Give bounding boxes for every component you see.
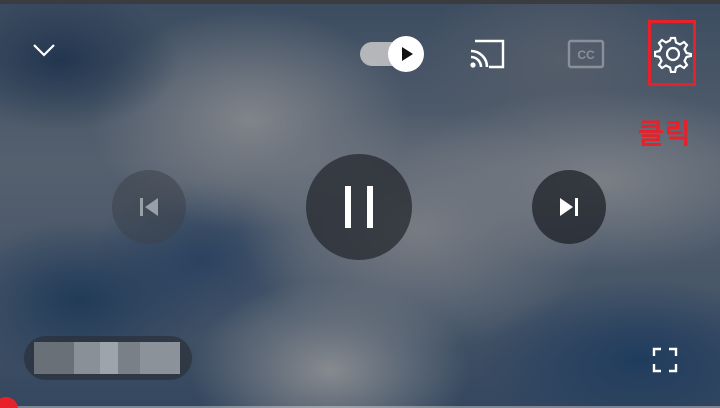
- redacted-block: [34, 342, 74, 374]
- captions-icon: CC: [567, 39, 605, 69]
- previous-track-icon: [140, 198, 158, 216]
- next-track-icon: [560, 198, 578, 216]
- pause-icon: [345, 186, 373, 228]
- autoplay-knob: [388, 36, 424, 72]
- minimize-button[interactable]: [26, 34, 62, 66]
- redacted-block: [74, 342, 100, 374]
- redacted-block: [118, 342, 140, 374]
- redacted-block: [140, 342, 180, 374]
- time-display: [24, 336, 192, 380]
- click-annotation: 클릭: [638, 117, 692, 150]
- play-icon: [402, 47, 413, 61]
- settings-highlight-box: [648, 20, 696, 86]
- captions-label: CC: [577, 48, 595, 62]
- redacted-block: [100, 342, 118, 374]
- video-player[interactable]: CC 클릭: [0, 0, 720, 408]
- previous-button[interactable]: [112, 170, 186, 244]
- fullscreen-button[interactable]: [648, 344, 682, 376]
- captions-button[interactable]: CC: [564, 36, 608, 72]
- next-button[interactable]: [532, 170, 606, 244]
- chevron-down-icon: [33, 44, 55, 57]
- fullscreen-icon: [652, 347, 678, 373]
- autoplay-toggle[interactable]: [358, 34, 430, 74]
- cast-icon: [470, 39, 505, 69]
- pause-button[interactable]: [306, 154, 412, 260]
- cast-button[interactable]: [464, 34, 510, 74]
